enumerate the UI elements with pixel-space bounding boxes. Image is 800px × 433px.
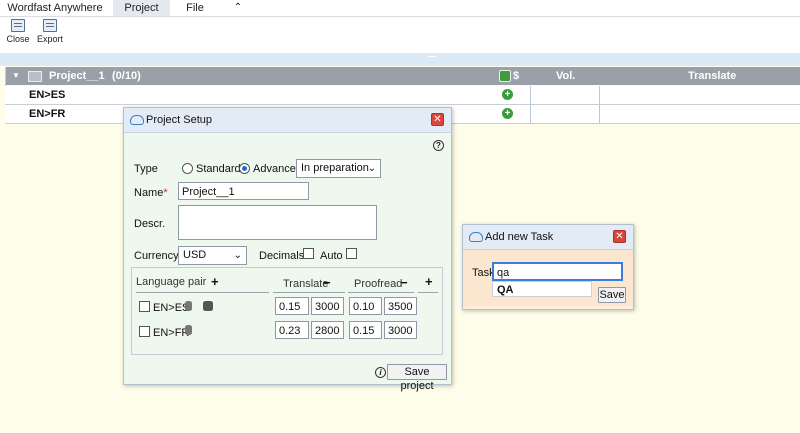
project-icon [28,71,42,82]
menu-bar: Wordfast Anywhere Project File ⌃ [0,0,800,17]
column-proofread: Proofread [354,278,403,290]
add-task-icon[interactable]: + [502,108,513,119]
header-divider [418,292,438,293]
project-setup-dialog: Project Setup ✕ ? Type Standard Advanced… [123,107,452,392]
translate-volume-input[interactable]: 3000 [311,297,344,315]
menu-project[interactable]: Project [113,0,170,16]
type-label: Type [134,163,158,175]
currency-label: Currency [134,250,179,262]
column-divider [530,86,531,104]
auto-checkbox[interactable] [346,248,357,259]
task-input[interactable]: qa [492,262,623,281]
grid-row-en-es[interactable]: EN>ES + [5,86,800,105]
close-label: Close [6,34,30,44]
panel-splitter[interactable] [0,53,800,66]
proofread-rate-input[interactable]: 0.10 [349,297,382,315]
column-divider [530,105,531,123]
dialog-title: Project Setup [146,114,213,126]
status-value: In preparation [301,162,369,174]
export-label: Export [36,34,63,44]
dollar-icon[interactable]: $ [513,67,519,85]
row-language-pair: EN>FR [153,327,190,339]
add-task-icon[interactable]: + [502,89,513,100]
add-task-column-icon[interactable]: + [425,274,433,289]
proofread-rate-input[interactable]: 0.15 [349,321,382,339]
language-pair: EN>FR [29,108,66,120]
translate-rate-input[interactable]: 0.23 [275,321,309,339]
type-advanced-radio[interactable] [239,163,250,174]
column-translate: Translate [688,70,737,82]
proofread-volume-input[interactable]: 3500 [384,297,417,315]
column-translate: Translate [283,278,329,290]
chevron-down-icon: ⌄ [233,250,242,261]
column-vol: Vol. [556,70,576,82]
cloud-icon [469,232,483,242]
translate-volume-input[interactable]: 2800 [311,321,344,339]
type-standard-radio[interactable] [182,163,193,174]
toolbar: Close Export [0,17,800,53]
currency-value: USD [183,249,207,261]
decimals-checkbox[interactable] [303,248,314,259]
language-pair: EN>ES [29,89,66,101]
required-mark: * [163,187,168,199]
chevron-down-icon: ⌄ [367,163,376,174]
menu-wordfast-anywhere[interactable]: Wordfast Anywhere [0,0,110,16]
glossary-icon[interactable] [203,301,213,311]
remove-translate-icon[interactable]: − [323,275,331,290]
double-chevron-up-icon[interactable]: ⌃ [228,0,248,16]
type-advanced-label[interactable]: Advanced [253,163,302,175]
decimals-label: Decimals [259,250,305,262]
save-task-button[interactable]: Save [598,287,626,303]
splitter-handle[interactable] [428,53,436,57]
name-label: Name* [134,187,168,199]
description-textarea[interactable] [178,205,377,240]
close-icon[interactable]: ✕ [613,230,626,243]
save-project-button[interactable]: Save project [387,364,447,392]
column-divider [599,105,600,123]
header-divider [136,292,269,293]
name-input[interactable]: Project__1 [178,182,309,200]
export-button[interactable]: Export [35,19,65,44]
add-language-icon[interactable] [499,70,511,82]
header-divider [273,292,345,293]
proofread-volume-input[interactable]: 3000 [384,321,417,339]
help-icon[interactable]: ? [433,140,444,151]
remove-proofread-icon[interactable]: − [400,275,408,290]
project-title[interactable]: Project__1 [49,67,105,85]
project-grid-header: ▼ Project__1 (0/10) $ Vol. Translate [5,67,800,85]
dialog-titlebar[interactable]: Project Setup ✕ [124,108,451,133]
add-language-pair-icon[interactable]: + [211,274,219,289]
translate-rate-input[interactable]: 0.15 [275,297,309,315]
export-icon [43,19,57,32]
currency-select[interactable]: USD ⌄ [178,246,247,265]
cloud-icon [130,115,144,125]
close-project-icon [11,19,25,32]
column-language-pair: Language pair [136,276,207,288]
expand-triangle-icon[interactable]: ▼ [12,67,20,85]
menu-file[interactable]: File [170,0,220,16]
dialog-title: Add new Task [485,231,554,243]
close-icon[interactable]: ✕ [431,113,444,126]
header-divider [348,292,414,293]
database-icon[interactable] [185,325,192,335]
project-count: (0/10) [112,70,141,82]
auto-label: Auto [320,250,343,262]
row-select-checkbox[interactable] [139,301,150,312]
row-select-checkbox[interactable] [139,326,150,337]
description-label: Descr. [134,218,166,230]
close-button[interactable]: Close [3,19,33,44]
autocomplete-suggestion[interactable]: QA [492,281,592,297]
database-icon[interactable] [185,301,192,311]
column-divider [599,86,600,104]
add-task-dialog: Add new Task ✕ Task qa QA Save [462,224,634,310]
type-standard-label[interactable]: Standard [196,163,241,175]
dialog-titlebar[interactable]: Add new Task ✕ [463,225,633,250]
info-icon[interactable]: i [375,367,386,378]
name-label-text: Name [134,187,164,199]
status-select[interactable]: In preparation ⌄ [296,159,381,178]
row-language-pair: EN>ES [153,302,190,314]
